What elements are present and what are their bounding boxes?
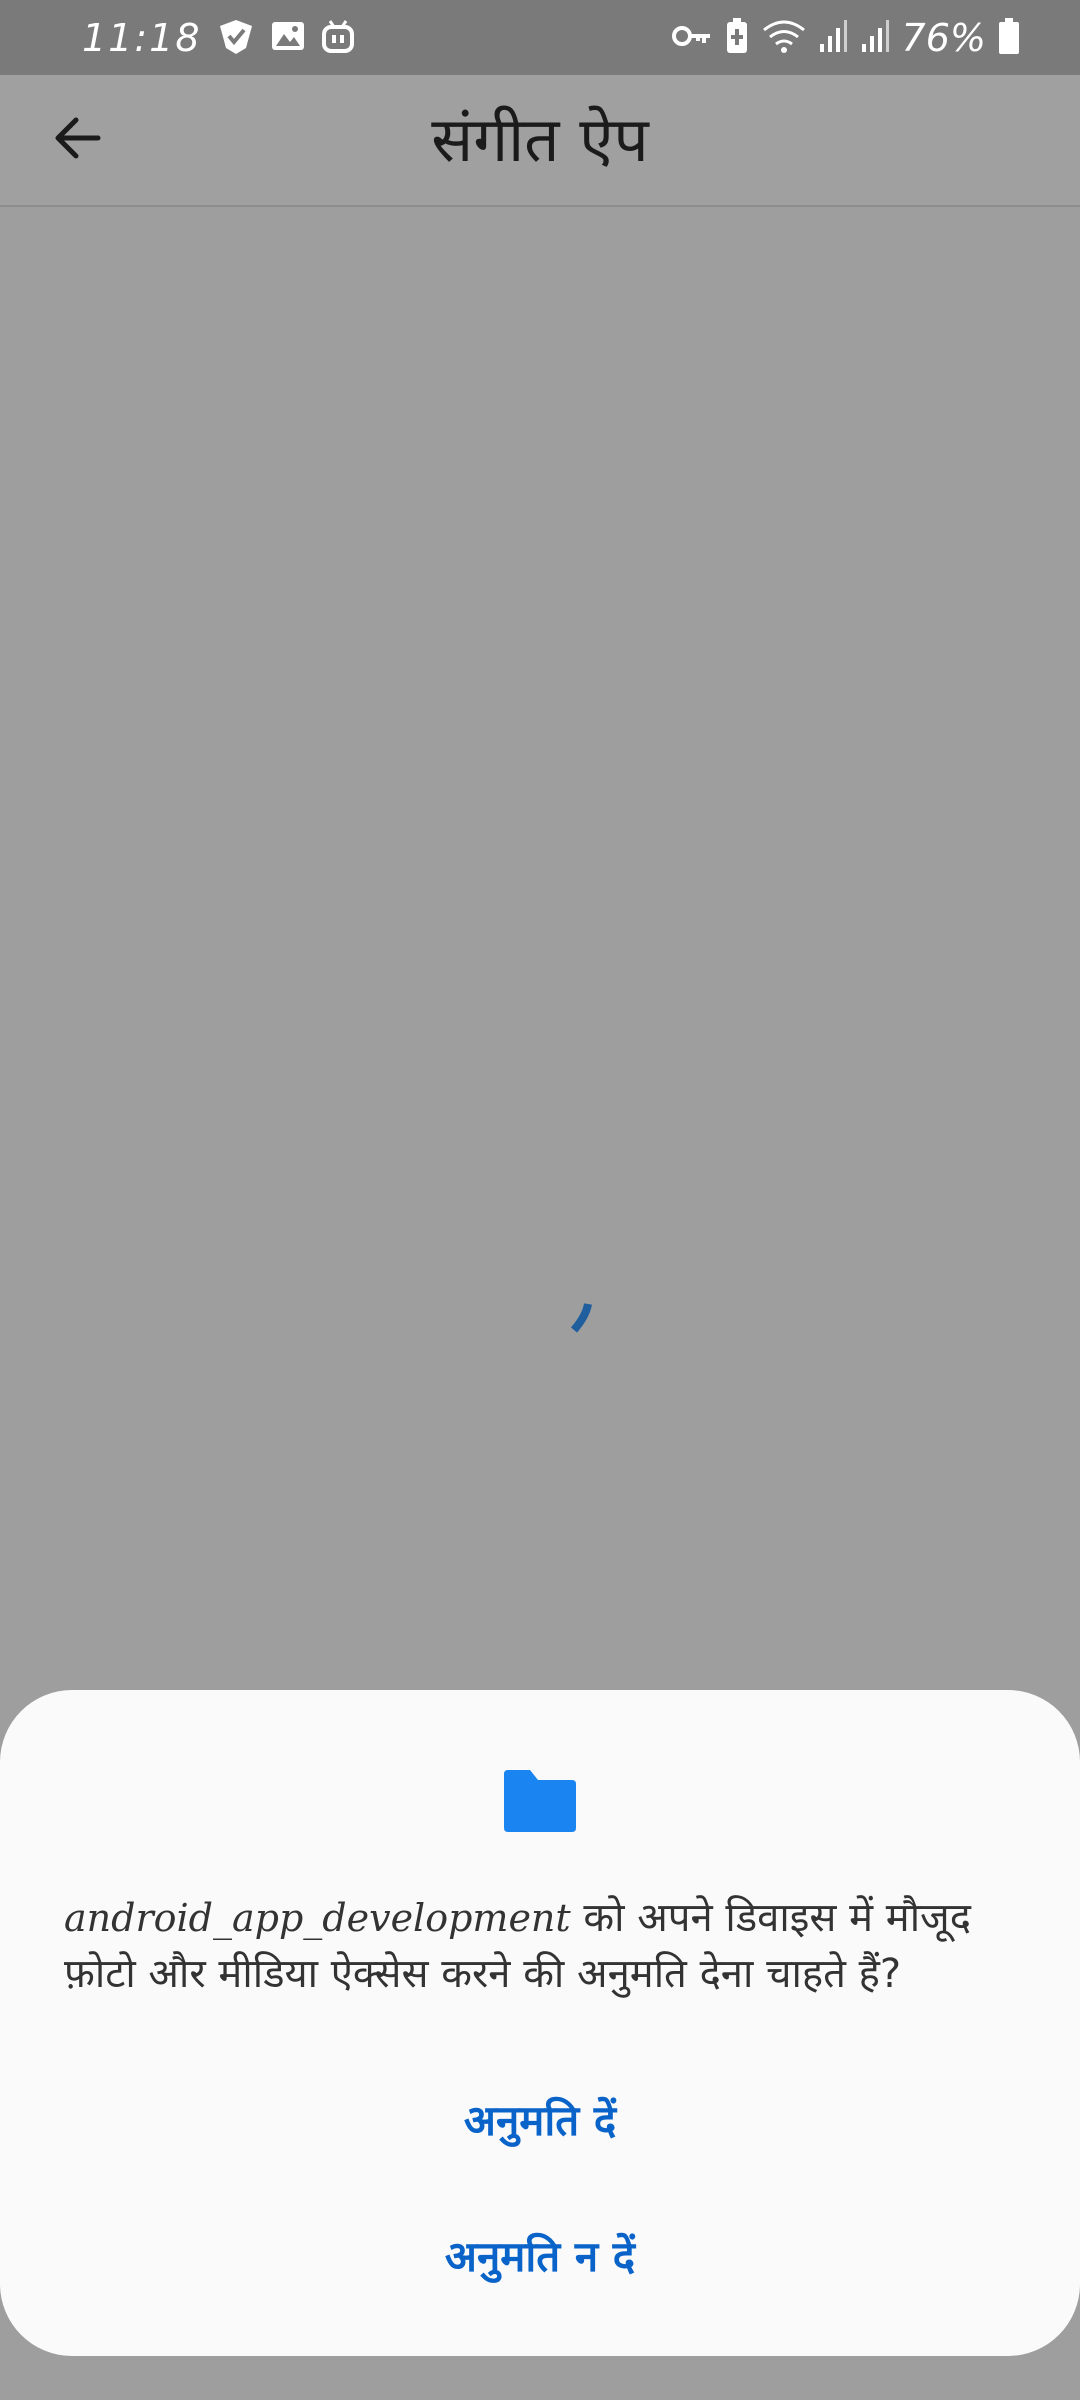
vpn-check-icon <box>216 16 256 60</box>
status-right-group: 76% <box>671 10 1020 66</box>
page-title: संगीत ऐप <box>431 103 649 176</box>
status-time: 11:18 <box>82 16 202 60</box>
signal-icon <box>860 18 890 58</box>
app-bar: संगीत ऐप <box>0 75 1080 207</box>
folder-icon <box>500 1766 580 1836</box>
permission-message: android_app_development को अपने डिवाइस म… <box>64 1890 1014 2002</box>
battery-saver-icon <box>724 17 750 59</box>
status-left-group: 11:18 <box>82 10 356 66</box>
arrow-left-icon <box>52 113 102 167</box>
robot-icon <box>320 18 356 58</box>
permission-dialog: android_app_development को अपने डिवाइस म… <box>0 1690 1080 2356</box>
requesting-app-name: android_app_development <box>64 1896 571 1940</box>
status-bar: 11:18 76% <box>0 0 1080 75</box>
gallery-icon <box>270 18 306 58</box>
allow-button[interactable]: अनुमति दें <box>0 2076 1080 2166</box>
battery-icon <box>998 17 1020 59</box>
signal-icon <box>818 18 848 58</box>
battery-percentage: 76% <box>901 16 986 60</box>
back-button[interactable] <box>40 103 114 177</box>
loading-spinner <box>560 1300 600 1340</box>
wifi-icon <box>762 18 806 58</box>
deny-button[interactable]: अनुमति न दें <box>0 2212 1080 2302</box>
key-icon <box>671 21 712 55</box>
